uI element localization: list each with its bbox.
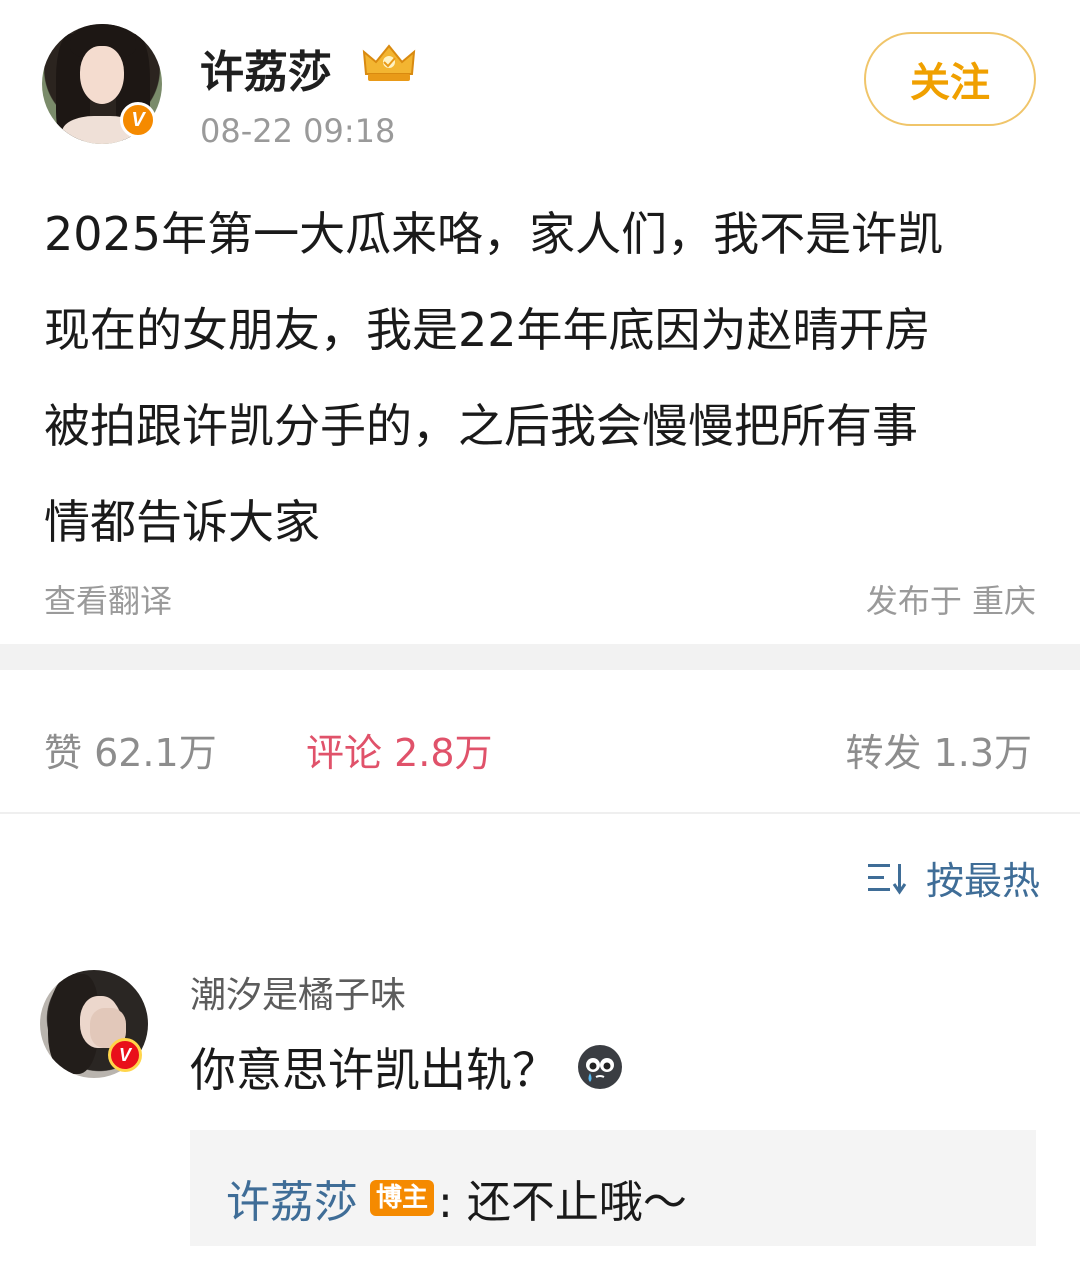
reply-text: : 还不止哦～ bbox=[438, 1177, 687, 1228]
post-body-line: 被拍跟许凯分手的，之后我会慢慢把所有事 bbox=[44, 399, 918, 453]
divider-line bbox=[0, 812, 1080, 814]
reposts-tab[interactable]: 转发 1.3万 bbox=[845, 722, 1032, 777]
host-tag-badge: 博主 bbox=[370, 1180, 435, 1216]
crying-face-icon bbox=[578, 1045, 622, 1089]
crown-icon bbox=[362, 44, 416, 81]
reply-box[interactable]: 许荔莎 博主 : 还不止哦～ bbox=[190, 1130, 1036, 1246]
reply-author[interactable]: 许荔莎 bbox=[226, 1166, 358, 1230]
comments-tab[interactable]: 评论 2.8万 bbox=[306, 722, 493, 777]
verified-badge-icon: V bbox=[108, 1038, 142, 1072]
post-body: 2025年第一大瓜来咯，家人们，我不是许凯 现在的女朋友，我是22年年底因为赵晴… bbox=[44, 186, 1044, 570]
post-body-line: 2025年第一大瓜来咯，家人们，我不是许凯 bbox=[44, 207, 944, 261]
reply-line: 许荔莎 博主 : 还不止哦～ bbox=[226, 1166, 687, 1230]
comment-text: 你意思许凯出轨？ bbox=[190, 1034, 624, 1100]
post-location: 发布于 重庆 bbox=[865, 582, 1036, 620]
sort-icon bbox=[867, 863, 907, 895]
author-name[interactable]: 许荔莎 bbox=[200, 36, 332, 100]
likes-tab[interactable]: 赞 62.1万 bbox=[44, 722, 217, 777]
sort-label: 按最热 bbox=[925, 859, 1040, 903]
commenter-name[interactable]: 潮汐是橘子味 bbox=[190, 966, 406, 1018]
post-body-line: 现在的女朋友，我是22年年底因为赵晴开房 bbox=[44, 303, 931, 357]
verified-badge-icon: V bbox=[120, 102, 156, 138]
translate-link[interactable]: 查看翻译 bbox=[44, 576, 172, 622]
post-body-line: 情都告诉大家 bbox=[44, 495, 320, 549]
post-time: 08-22 09:18 bbox=[200, 112, 396, 150]
comment-text-content: 你意思许凯出轨？ bbox=[190, 1043, 558, 1097]
follow-button[interactable]: 关注 bbox=[864, 32, 1036, 126]
section-divider bbox=[0, 644, 1080, 670]
sort-toggle-button[interactable]: 按最热 bbox=[867, 850, 1040, 905]
post-header: V 许荔莎 08-22 09:18 关注 bbox=[0, 0, 1080, 170]
